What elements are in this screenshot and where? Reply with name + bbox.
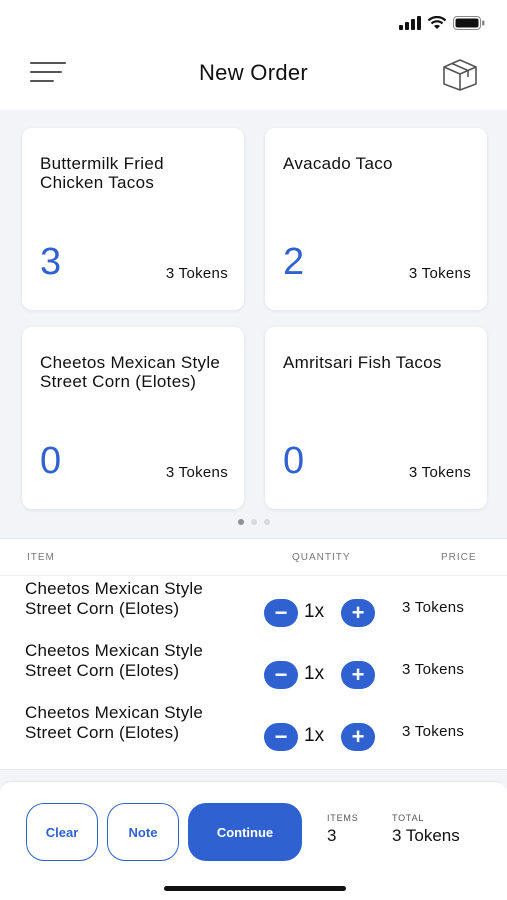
continue-button[interactable]: Continue [188, 803, 302, 861]
menu-card[interactable]: Amritsari Fish Tacos 0 3 Tokens [265, 327, 487, 509]
menu-card-name: Cheetos Mexican Style Street Corn (Elote… [40, 353, 221, 391]
column-header-item: ITEM [27, 552, 55, 563]
page-title: New Order [198, 60, 309, 85]
order-item-name: Cheetos Mexican Style Street Corn (Elote… [25, 703, 204, 742]
menu-card-tokens: 3 Tokens [408, 464, 471, 481]
decrease-quantity-button[interactable]: − [264, 661, 298, 689]
menu-card[interactable]: Buttermilk Fried Chicken Tacos 3 3 Token… [22, 128, 244, 310]
column-header-price: PRICE [441, 552, 477, 563]
page-dot[interactable] [237, 519, 244, 525]
wifi-icon [427, 16, 447, 29]
menu-card[interactable]: Cheetos Mexican Style Street Corn (Elote… [22, 327, 244, 509]
menu-card-count: 0 [283, 440, 305, 482]
status-bar [0, 0, 507, 50]
items-count: 3 [327, 826, 337, 845]
column-header-quantity: QUANTITY [292, 552, 351, 563]
order-item-price: 3 Tokens [402, 723, 465, 740]
page-dot[interactable] [263, 519, 270, 525]
menu-card-tokens: 3 Tokens [165, 265, 228, 282]
increase-quantity-button[interactable]: + [341, 599, 375, 627]
app-header: New Order [0, 50, 507, 110]
items-label: ITEMS [327, 813, 359, 823]
total-value: 3 Tokens [392, 826, 460, 845]
order-row: Cheetos Mexican Style Street Corn (Elote… [0, 703, 507, 765]
home-indicator [164, 886, 346, 891]
order-item-price: 3 Tokens [402, 599, 465, 616]
order-item-price: 3 Tokens [402, 661, 465, 678]
menu-grid: Buttermilk Fried Chicken Tacos 3 3 Token… [0, 110, 507, 535]
increase-quantity-button[interactable]: + [341, 723, 375, 751]
menu-card-name: Buttermilk Fried Chicken Tacos [40, 154, 164, 192]
menu-card[interactable]: Avacado Taco 2 3 Tokens [265, 128, 487, 310]
increase-quantity-button[interactable]: + [341, 661, 375, 689]
order-item-name: Cheetos Mexican Style Street Corn (Elote… [25, 641, 204, 680]
order-row: Cheetos Mexican Style Street Corn (Elote… [0, 641, 507, 703]
cellular-signal-icon [399, 16, 421, 30]
menu-card-count: 3 [40, 241, 62, 283]
divider [0, 575, 507, 576]
menu-card-name: Amritsari Fish Tacos [283, 353, 442, 372]
box-icon[interactable] [441, 58, 479, 92]
page-indicator[interactable] [0, 519, 507, 525]
order-footer: Clear Note Continue ITEMS 3 TOTAL 3 Toke… [0, 781, 507, 900]
order-list: ITEM QUANTITY PRICE Cheetos Mexican Styl… [0, 538, 507, 770]
menu-card-count: 0 [40, 440, 62, 482]
menu-card-tokens: 3 Tokens [408, 265, 471, 282]
order-item-name: Cheetos Mexican Style Street Corn (Elote… [25, 579, 204, 618]
decrease-quantity-button[interactable]: − [264, 723, 298, 751]
order-row: Cheetos Mexican Style Street Corn (Elote… [0, 579, 507, 641]
note-button[interactable]: Note [107, 803, 179, 861]
decrease-quantity-button[interactable]: − [264, 599, 298, 627]
order-item-quantity: 1x [304, 663, 325, 684]
menu-card-tokens: 3 Tokens [165, 464, 228, 481]
clear-button[interactable]: Clear [26, 803, 98, 861]
order-item-quantity: 1x [304, 601, 325, 622]
total-label: TOTAL [392, 813, 425, 823]
menu-card-count: 2 [283, 241, 305, 283]
battery-icon [453, 16, 485, 30]
page-dot[interactable] [250, 519, 257, 525]
menu-card-name: Avacado Taco [283, 154, 393, 173]
order-item-quantity: 1x [304, 725, 325, 746]
